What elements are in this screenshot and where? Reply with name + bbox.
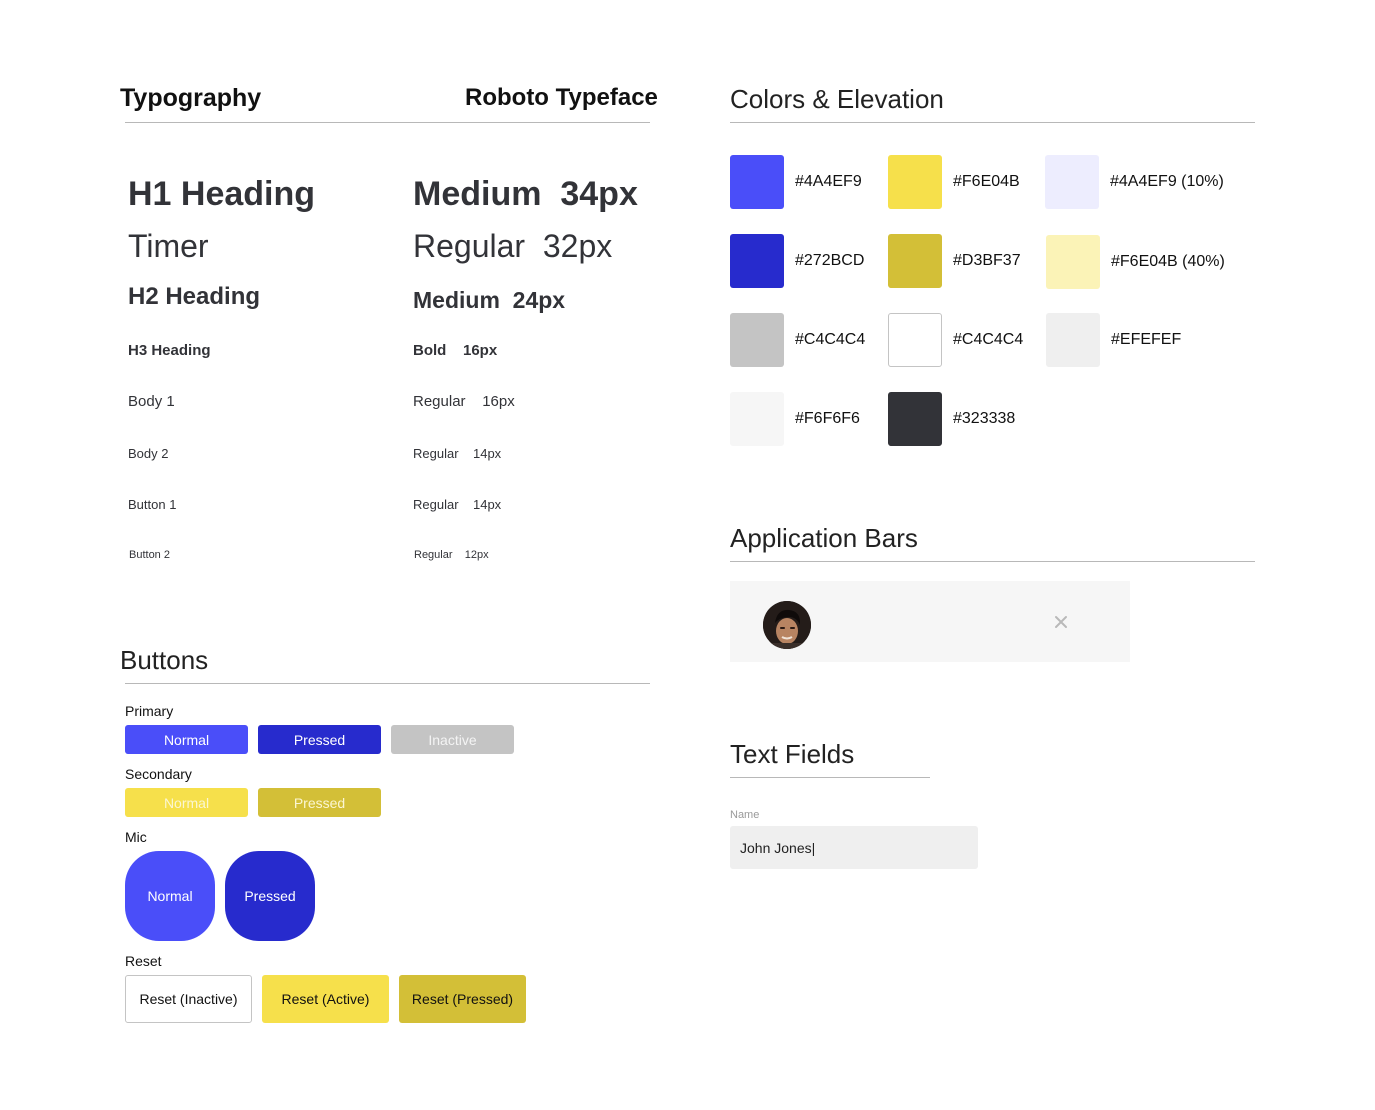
typo-body1-name: Body 1 [128,393,175,410]
name-field-value: John Jones| [740,839,816,856]
typo-h3-spec: Bold 16px [413,342,498,359]
reset-label: Reset [125,953,162,969]
typo-body2-name: Body 2 [128,446,169,461]
swatch-primary-10 [1045,155,1099,209]
swatch-white-outlined [888,313,942,367]
typo-button2-spec: Regular 12px [414,549,489,561]
secondary-label: Secondary [125,766,192,782]
app-bars-divider [730,561,1255,562]
app-bars-title: Application Bars [730,523,918,553]
mic-normal-button[interactable]: Normal [125,851,215,941]
reset-pressed-button[interactable]: Reset (Pressed) [399,975,526,1023]
swatch-label: #4A4EF9 (10%) [1110,173,1224,190]
swatch-light-gray [1046,313,1100,367]
typo-h2-name: H2 Heading [128,283,261,310]
mic-label: Mic [125,829,147,845]
swatch-label: #323338 [953,410,1016,427]
name-field[interactable]: John Jones| [730,826,978,869]
reset-active-button[interactable]: Reset (Active) [262,975,389,1023]
primary-label: Primary [125,703,174,719]
swatch-secondary-40 [1046,235,1100,289]
swatch-label: #C4C4C4 [953,331,1024,348]
swatch-primary-dark [730,234,784,288]
colors-title: Colors & Elevation [730,84,944,114]
swatch-label: #F6E04B (40%) [1111,253,1225,270]
buttons-title: Buttons [120,645,209,675]
primary-inactive-button[interactable]: Inactive [391,725,514,754]
swatch-secondary-dark [888,234,942,288]
typo-body1-spec: Regular 16px [413,393,515,410]
swatch-label: #272BCD [795,252,865,269]
primary-pressed-button[interactable]: Pressed [258,725,381,754]
typeface-title: Roboto Typeface [465,84,658,111]
typo-timer-spec: Regular 32px [413,228,613,264]
secondary-pressed-button[interactable]: Pressed [258,788,381,817]
app-bar [730,581,1130,662]
text-fields-title: Text Fields [730,739,855,769]
typo-h3-name: H3 Heading [128,342,211,359]
swatch-dark [888,392,942,446]
swatch-secondary [888,155,942,209]
colors-divider [730,122,1255,123]
swatch-gray [730,313,784,367]
typography-title: Typography [120,84,262,112]
text-fields-divider [730,777,930,778]
swatch-label: #F6E04B [953,173,1020,190]
name-field-label: Name [730,809,760,821]
swatch-label: #D3BF37 [953,252,1021,269]
typo-body2-spec: Regular 14px [413,446,502,461]
typo-h2-spec: Medium 24px [413,287,566,313]
typo-button2-name: Button 2 [129,549,170,561]
swatch-label: #C4C4C4 [795,331,866,348]
secondary-normal-button[interactable]: Normal [125,788,248,817]
avatar[interactable] [763,601,811,649]
mic-pressed-button[interactable]: Pressed [225,851,315,941]
typography-divider [125,122,650,123]
primary-normal-button[interactable]: Normal [125,725,248,754]
swatch-label: #4A4EF9 [795,173,862,190]
typo-h1-name: H1 Heading [128,175,316,213]
typo-timer-name: Timer [128,228,209,264]
close-icon[interactable] [1052,613,1070,631]
swatch-label: #F6F6F6 [795,410,860,427]
typo-button1-name: Button 1 [128,497,177,512]
swatch-off-white [730,392,784,446]
swatch-primary [730,155,784,209]
typo-h1-spec: Medium 34px [413,175,638,213]
reset-inactive-button[interactable]: Reset (Inactive) [125,975,252,1023]
swatch-label: #EFEFEF [1111,331,1182,348]
buttons-divider [125,683,650,684]
typo-button1-spec: Regular 14px [413,497,502,512]
